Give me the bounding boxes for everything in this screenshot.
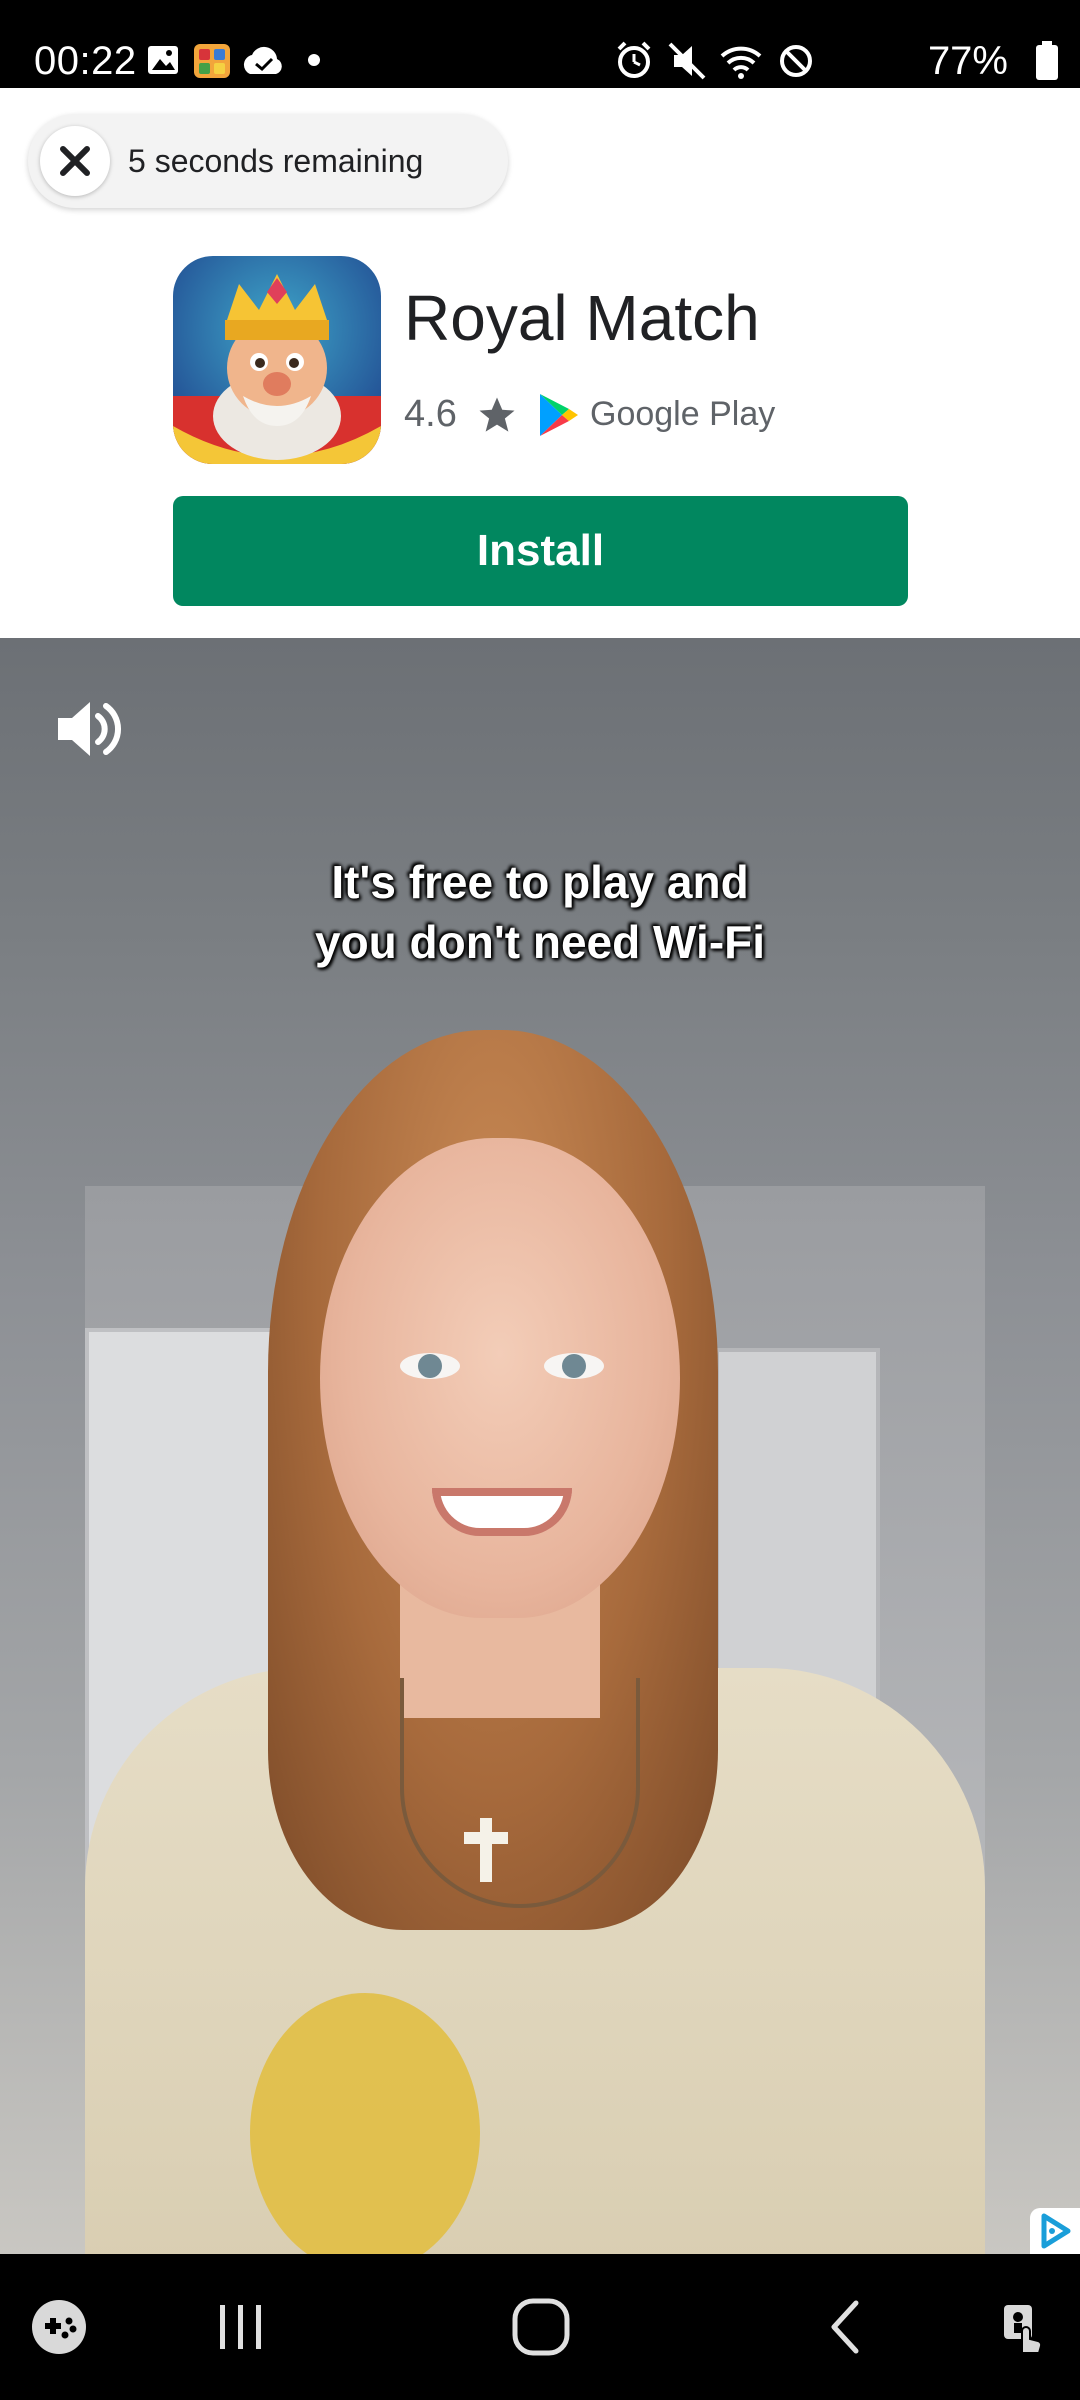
close-ad-button[interactable] [40, 126, 110, 196]
app-title[interactable]: Royal Match [404, 278, 760, 358]
mouth [432, 1488, 572, 1536]
countdown-pill: 5 seconds remaining [28, 114, 508, 208]
recent-apps-button[interactable] [200, 2254, 280, 2400]
wifi-icon [720, 46, 762, 79]
right-eye [544, 1353, 604, 1379]
battery-icon [1036, 41, 1058, 80]
video-subtitle: It's free to play and you don't need Wi-… [0, 852, 1080, 972]
back-icon [831, 2300, 859, 2354]
cloud-check-icon [243, 46, 282, 74]
back-button[interactable] [810, 2254, 880, 2400]
video-necklace [400, 1678, 640, 1908]
speaker-on-icon[interactable] [56, 698, 124, 760]
status-time: 00:22 [34, 39, 137, 83]
ad-header: 5 seconds remaining Royal Match 4.6 Goog… [0, 88, 1080, 638]
dot-icon [308, 54, 320, 66]
game-launcher-button[interactable] [24, 2254, 94, 2400]
navigation-bar [0, 2254, 1080, 2400]
game-app-icon [194, 44, 230, 78]
alarm-icon [617, 41, 651, 78]
video-person-face [320, 1138, 680, 1618]
subtitle-line-1: It's free to play and [331, 856, 749, 908]
accessibility-icon [1004, 2305, 1043, 2354]
left-eye [400, 1353, 460, 1379]
status-left-icons [146, 42, 346, 82]
recent-apps-icon [220, 2305, 261, 2349]
image-icon [148, 46, 178, 74]
home-icon [512, 2298, 570, 2356]
install-button[interactable]: Install [173, 496, 908, 606]
subtitle-line-2: you don't need Wi-Fi [314, 916, 766, 968]
video-shirt-print [250, 1993, 480, 2254]
star-icon [479, 397, 515, 432]
home-button[interactable] [500, 2254, 582, 2400]
mute-icon [668, 42, 706, 80]
rating-value: 4.6 [404, 393, 457, 435]
google-play-icon [540, 394, 578, 436]
app-icon[interactable] [173, 256, 381, 464]
status-bar: 00:22 77% [0, 0, 1080, 88]
game-launcher-icon [32, 2300, 86, 2354]
adchoices-icon[interactable] [1030, 2208, 1080, 2254]
countdown-text: 5 seconds remaining [128, 143, 424, 179]
do-not-disturb-icon [780, 45, 812, 77]
close-icon [60, 146, 90, 176]
store-name: Google Play [590, 395, 776, 433]
battery-percent: 77% [927, 39, 1008, 83]
accessibility-button[interactable] [980, 2254, 1060, 2400]
video-cross-pendant [464, 1818, 508, 1882]
ad-video[interactable]: It's free to play and you don't need Wi-… [0, 638, 1080, 2254]
